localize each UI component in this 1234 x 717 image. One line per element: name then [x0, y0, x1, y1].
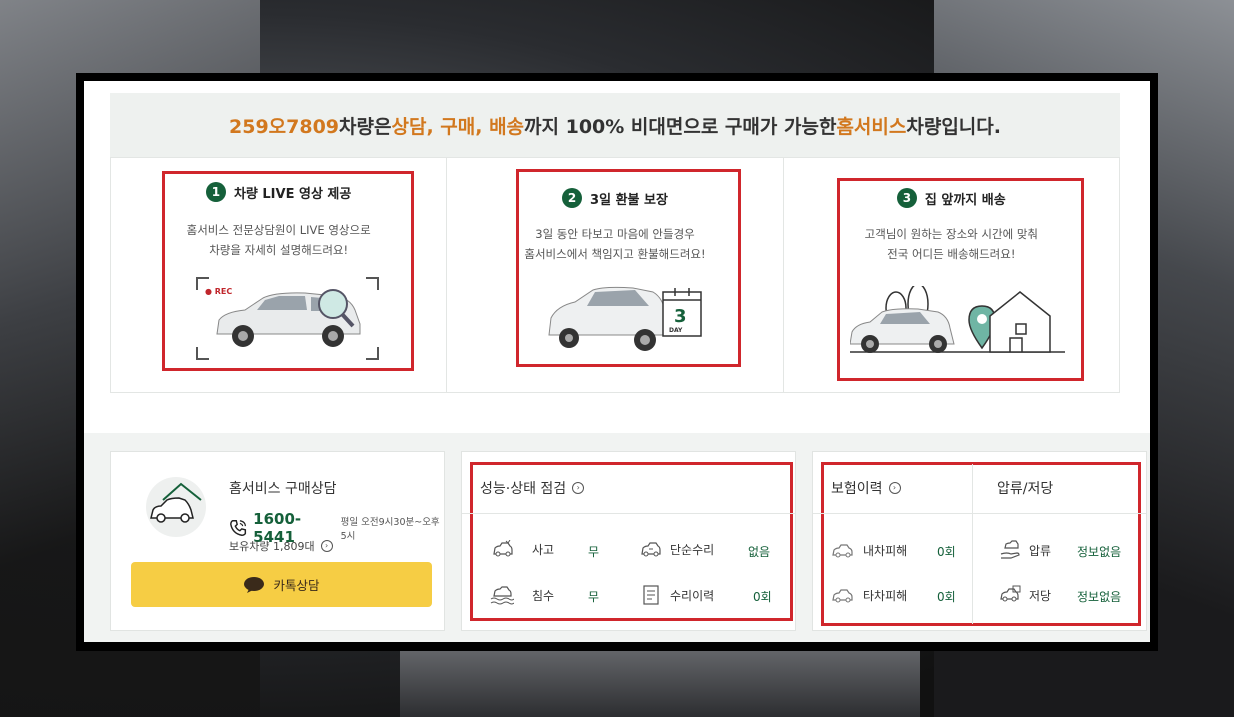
feature-head: 1 차량 LIVE 영상 제공 [111, 182, 446, 202]
seizure-title: 압류/저당 [997, 481, 1054, 497]
feature-head: 3 집 앞까지 배송 [784, 188, 1119, 208]
stock-text: 보유차량 1,809대 [229, 540, 315, 553]
item-value: 정보없음 [1077, 545, 1122, 559]
item-label: 압류 [1029, 543, 1052, 558]
feature-desc: 3일 동안 타보고 마음에 안들경우 홈서비스에서 책임지고 환불해드려요! [447, 224, 782, 264]
hand-car-icon [1000, 540, 1020, 559]
day-number: 3 [674, 306, 687, 327]
item-label: 타차피해 [863, 589, 908, 603]
title-text-2: 까지 100% 비대면으로 구매가 가능한 [524, 115, 837, 138]
car-icon [832, 588, 853, 602]
feature-desc: 홈서비스 전문상담원이 LIVE 영상으로 차량을 자세히 설명해드려요! [111, 220, 446, 260]
title-text-3: 차량입니다. [906, 115, 1001, 138]
item-label: 침수 [532, 588, 555, 603]
refund-car-calendar-illustration: 3 DAY [548, 286, 703, 351]
item-label: 내차피해 [863, 544, 908, 558]
document-icon [643, 585, 659, 605]
feature-desc-line1: 고객님이 원하는 장소와 시간에 맞춰 [864, 227, 1038, 241]
repair-car-icon [641, 542, 661, 557]
inspection-title: 성능·상태 점검 [480, 481, 567, 497]
phone-hours: 평일 오전9시30분~오후5시 [340, 517, 440, 542]
inspection-card: 성능·상태 점검 › 사고 무 단순수리 없음 침수 무 수리이력 0회 [461, 451, 796, 631]
consult-title: 홈서비스 구매상담 [229, 481, 337, 497]
day-label: DAY [669, 327, 683, 334]
speech-bubble-icon [244, 576, 265, 593]
item-label: 저당 [1029, 588, 1052, 603]
item-value: 0회 [937, 545, 956, 559]
history-card: 보험이력 › 압류/저당 내차피해 0회 타차피해 0회 압류 정보없음 저당 … [812, 451, 1147, 631]
insurance-header[interactable]: 보험이력 › [831, 478, 901, 498]
chevron-right-icon: › [572, 482, 585, 494]
feature-title: 차량 LIVE 영상 제공 [233, 186, 352, 202]
feature-head: 2 3일 환불 보장 [447, 188, 782, 208]
item-value: 0회 [937, 590, 956, 604]
plate-number: 259오7809 [229, 115, 340, 138]
divider [462, 513, 795, 514]
feature-title: 3일 환불 보장 [590, 192, 668, 208]
stock-count[interactable]: 보유차량 1,809대 › [229, 538, 333, 554]
title-highlight-2: 홈서비스 [836, 115, 907, 138]
feature-desc-line2: 홈서비스에서 책임지고 환불해드려요! [524, 247, 706, 261]
title-highlight-1: 상담, 구매, 배송 [391, 115, 525, 138]
kakao-label: 카톡상담 [273, 578, 320, 593]
title-text-1: 차량은 [339, 115, 392, 138]
insurance-own-damage: 내차피해 [831, 542, 907, 559]
feature-title: 집 앞까지 배송 [924, 192, 1006, 208]
divider [813, 513, 1146, 514]
item-label: 수리이력 [670, 588, 715, 603]
seizure-item: 압류 [999, 540, 1051, 560]
delivery-house-illustration [849, 286, 1065, 353]
step-number: 3 [896, 188, 917, 208]
mortgage-item: 저당 [999, 585, 1051, 605]
feature-desc-line1: 홈서비스 전문상담원이 LIVE 영상으로 [186, 223, 371, 237]
feature-live-video: 1 차량 LIVE 영상 제공 홈서비스 전문상담원이 LIVE 영상으로 차량… [111, 158, 448, 392]
inspection-accident: 사고 [492, 540, 554, 558]
item-value: 무 [588, 545, 600, 559]
item-value: 0회 [753, 590, 772, 604]
feature-desc-line2: 차량을 자세히 설명해드려요! [209, 243, 349, 257]
car-icon [832, 543, 853, 557]
chevron-right-icon: › [320, 540, 333, 552]
kakao-consult-button[interactable]: 카톡상담 [131, 562, 432, 607]
flood-car-icon [490, 586, 514, 605]
feature-delivery: 3 집 앞까지 배송 고객님이 원하는 장소와 시간에 맞춰 전국 어디든 배송… [784, 158, 1119, 392]
item-value: 없음 [748, 545, 771, 559]
chevron-right-icon: › [888, 482, 901, 494]
feature-list: 1 차량 LIVE 영상 제공 홈서비스 전문상담원이 LIVE 영상으로 차량… [110, 157, 1120, 393]
accident-car-icon [493, 540, 513, 557]
home-car-icon [146, 477, 206, 537]
feature-desc-line2: 전국 어디든 배송해드려요! [887, 247, 1016, 261]
consult-card: 홈서비스 구매상담 1600-5441 평일 오전9시30분~오후5시 보유차량… [110, 451, 445, 631]
phone-icon [230, 520, 247, 536]
inspection-simple-repair: 단순수리 [640, 540, 714, 558]
item-label: 사고 [532, 542, 555, 557]
insurance-title: 보험이력 [831, 481, 883, 497]
feature-refund: 2 3일 환불 보장 3일 동안 타보고 마음에 안들경우 홈서비스에서 책임지… [447, 158, 784, 392]
step-number: 1 [205, 182, 226, 202]
page-title: 259오7809 차량은 상담, 구매, 배송 까지 100% 비대면으로 구매가… [110, 93, 1120, 157]
step-number: 2 [562, 188, 583, 208]
insurance-other-damage: 타차피해 [831, 587, 907, 604]
inspection-header[interactable]: 성능·상태 점검 › [480, 478, 585, 498]
feature-desc-line1: 3일 동안 타보고 마음에 안들경우 [535, 227, 695, 241]
inspection-flood: 침수 [490, 585, 554, 605]
inspection-repair-history: 수리이력 [642, 585, 714, 605]
live-video-car-illustration: ● REC [196, 277, 379, 360]
lock-car-icon [1000, 585, 1021, 602]
background-bottom [400, 640, 920, 717]
seizure-header: 압류/저당 [997, 478, 1053, 498]
item-label: 단순수리 [670, 542, 715, 557]
item-value: 무 [588, 590, 600, 604]
home-service-panel: 259오7809 차량은 상담, 구매, 배송 까지 100% 비대면으로 구매가… [84, 81, 1150, 642]
rec-label: ● REC [205, 287, 232, 296]
feature-desc: 고객님이 원하는 장소와 시간에 맞춰 전국 어디든 배송해드려요! [784, 224, 1119, 264]
item-value: 정보없음 [1077, 590, 1122, 604]
divider [972, 464, 973, 624]
